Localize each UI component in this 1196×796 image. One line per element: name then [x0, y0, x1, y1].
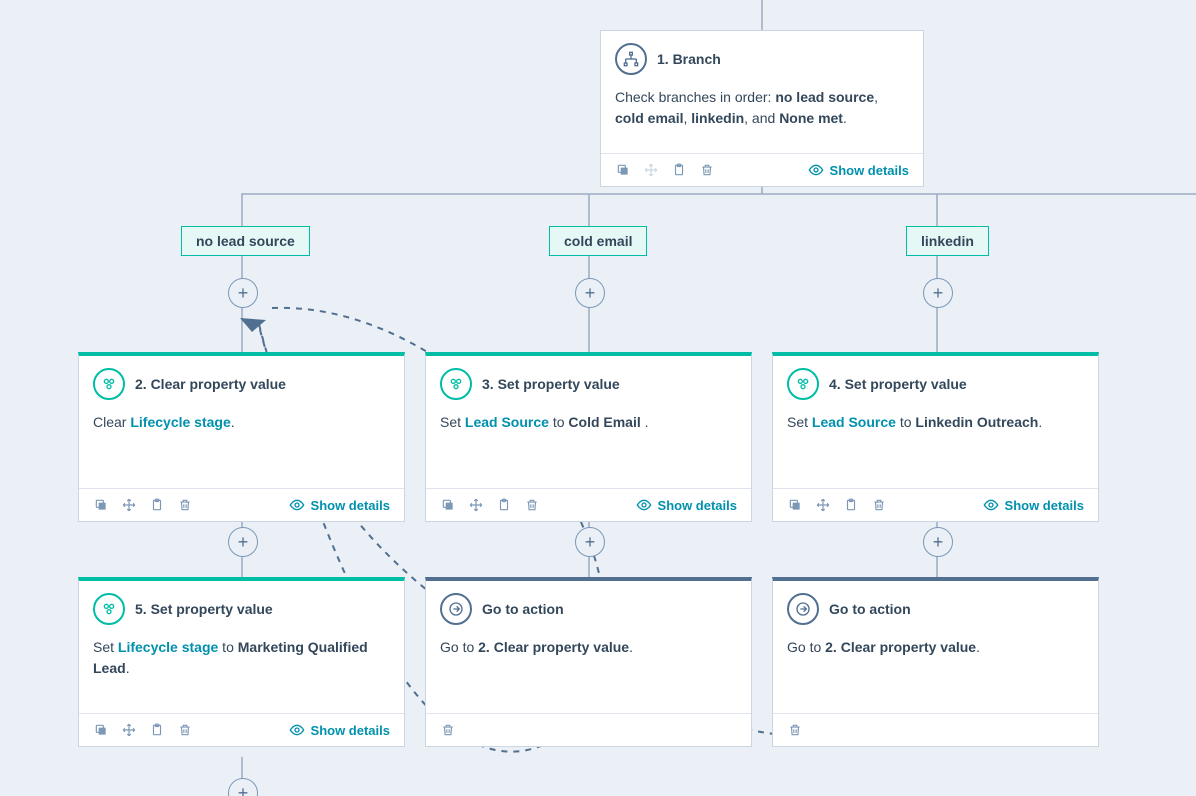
move-icon[interactable] — [815, 497, 831, 513]
clipboard-icon[interactable] — [843, 497, 859, 513]
property-link[interactable]: Lifecycle stage — [130, 414, 230, 430]
branch-tag-linkedin[interactable]: linkedin — [906, 226, 989, 256]
move-icon[interactable] — [643, 162, 659, 178]
card-title: 5. Set property value — [135, 601, 273, 617]
show-details-link[interactable]: Show details — [289, 722, 390, 738]
copy-icon[interactable] — [93, 722, 109, 738]
branch-tag-no-lead-source[interactable]: no lead source — [181, 226, 310, 256]
action-node-set-property-5[interactable]: 5. Set property value Set Lifecycle stag… — [78, 577, 405, 747]
branch-tag-cold-email[interactable]: cold email — [549, 226, 647, 256]
property-link[interactable]: Lifecycle stage — [118, 639, 218, 655]
add-action-button[interactable] — [228, 527, 258, 557]
card-title: 2. Clear property value — [135, 376, 286, 392]
add-action-button[interactable] — [575, 278, 605, 308]
clipboard-icon[interactable] — [496, 497, 512, 513]
action-node-set-property-3[interactable]: 3. Set property value Set Lead Source to… — [425, 352, 752, 522]
add-action-button[interactable] — [923, 278, 953, 308]
show-details-link[interactable]: Show details — [289, 497, 390, 513]
add-action-button[interactable] — [923, 527, 953, 557]
action-node-clear-property[interactable]: 2. Clear property value Clear Lifecycle … — [78, 352, 405, 522]
property-link[interactable]: Lead Source — [465, 414, 549, 430]
add-action-button[interactable] — [228, 278, 258, 308]
trash-icon[interactable] — [177, 722, 193, 738]
clipboard-icon[interactable] — [149, 497, 165, 513]
trash-icon[interactable] — [440, 722, 456, 738]
move-icon[interactable] — [121, 722, 137, 738]
branch-name-1: no lead source — [775, 89, 874, 105]
move-icon[interactable] — [121, 497, 137, 513]
copy-icon[interactable] — [787, 497, 803, 513]
copy-icon[interactable] — [440, 497, 456, 513]
property-icon — [93, 593, 125, 625]
trash-icon[interactable] — [871, 497, 887, 513]
branch-name-3: linkedin — [691, 110, 744, 126]
card-title: Go to action — [482, 601, 564, 617]
goto-action-node-b[interactable]: Go to action Go to 2. Clear property val… — [772, 577, 1099, 747]
card-title: 4. Set property value — [829, 376, 967, 392]
trash-icon[interactable] — [177, 497, 193, 513]
card-title: 3. Set property value — [482, 376, 620, 392]
branch-name-4: None met — [779, 110, 843, 126]
arrow-right-icon — [440, 593, 472, 625]
clipboard-icon[interactable] — [149, 722, 165, 738]
branch-name-2: cold email — [615, 110, 683, 126]
goto-action-node-a[interactable]: Go to action Go to 2. Clear property val… — [425, 577, 752, 747]
trash-icon[interactable] — [699, 162, 715, 178]
trash-icon[interactable] — [787, 722, 803, 738]
show-details-link[interactable]: Show details — [808, 162, 909, 178]
branch-desc-prefix: Check branches in order: — [615, 89, 775, 105]
property-icon — [787, 368, 819, 400]
move-icon[interactable] — [468, 497, 484, 513]
property-link[interactable]: Lead Source — [812, 414, 896, 430]
branch-title: 1. Branch — [657, 51, 721, 67]
property-icon — [440, 368, 472, 400]
card-title: Go to action — [829, 601, 911, 617]
action-node-set-property-4[interactable]: 4. Set property value Set Lead Source to… — [772, 352, 1099, 522]
branch-icon — [615, 43, 647, 75]
copy-icon[interactable] — [615, 162, 631, 178]
copy-icon[interactable] — [93, 497, 109, 513]
add-action-button[interactable] — [575, 527, 605, 557]
show-details-link[interactable]: Show details — [636, 497, 737, 513]
trash-icon[interactable] — [524, 497, 540, 513]
add-action-button[interactable] — [228, 778, 258, 796]
clipboard-icon[interactable] — [671, 162, 687, 178]
show-details-link[interactable]: Show details — [983, 497, 1084, 513]
property-icon — [93, 368, 125, 400]
branch-node[interactable]: 1. Branch Check branches in order: no le… — [600, 30, 924, 187]
arrow-right-icon — [787, 593, 819, 625]
